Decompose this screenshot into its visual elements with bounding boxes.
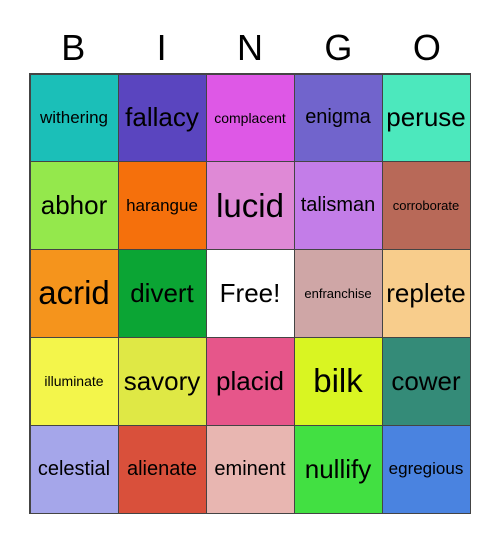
bingo-cell[interactable]: replete: [381, 249, 471, 338]
bingo-cell[interactable]: talisman: [293, 161, 383, 251]
bingo-header: B I N G O: [29, 24, 471, 72]
bingo-cell[interactable]: harangue: [117, 161, 207, 251]
header-letter-b: B: [61, 27, 86, 68]
header-letter-n: N: [237, 27, 264, 68]
bingo-cell[interactable]: egregious: [381, 424, 471, 514]
bingo-cell[interactable]: nullify: [293, 424, 383, 514]
bingo-cell[interactable]: withering: [29, 73, 119, 163]
bingo-grid: withering fallacy complacent enigma peruse ab…: [29, 73, 471, 514]
bingo-cell[interactable]: enfranchise: [293, 249, 383, 338]
bingo-cell[interactable]: illuminate: [29, 336, 119, 426]
bingo-cell[interactable]: fallacy: [117, 73, 207, 163]
bingo-cell[interactable]: complacent: [205, 73, 295, 163]
bingo-cell[interactable]: enigma: [293, 73, 383, 163]
bingo-cell[interactable]: corroborate: [381, 161, 471, 251]
bingo-cell[interactable]: savory: [117, 336, 207, 426]
bingo-cell[interactable]: peruse: [381, 73, 471, 163]
free-space-cell[interactable]: Free!: [205, 249, 295, 338]
header-letter-i: I: [156, 27, 167, 68]
bingo-cell[interactable]: abhor: [29, 161, 119, 251]
bingo-cell[interactable]: celestial: [29, 424, 119, 514]
bingo-cell[interactable]: lucid: [205, 161, 295, 251]
bingo-cell[interactable]: alienate: [117, 424, 207, 514]
bingo-cell[interactable]: divert: [117, 249, 207, 338]
bingo-cell[interactable]: bilk: [293, 336, 383, 426]
bingo-cell[interactable]: acrid: [29, 249, 119, 338]
bingo-cell[interactable]: cower: [381, 336, 471, 426]
header-letter-g: G: [324, 27, 353, 68]
bingo-cell[interactable]: eminent: [205, 424, 295, 514]
header-letter-o: O: [412, 27, 441, 68]
bingo-cell[interactable]: placid: [205, 336, 295, 426]
